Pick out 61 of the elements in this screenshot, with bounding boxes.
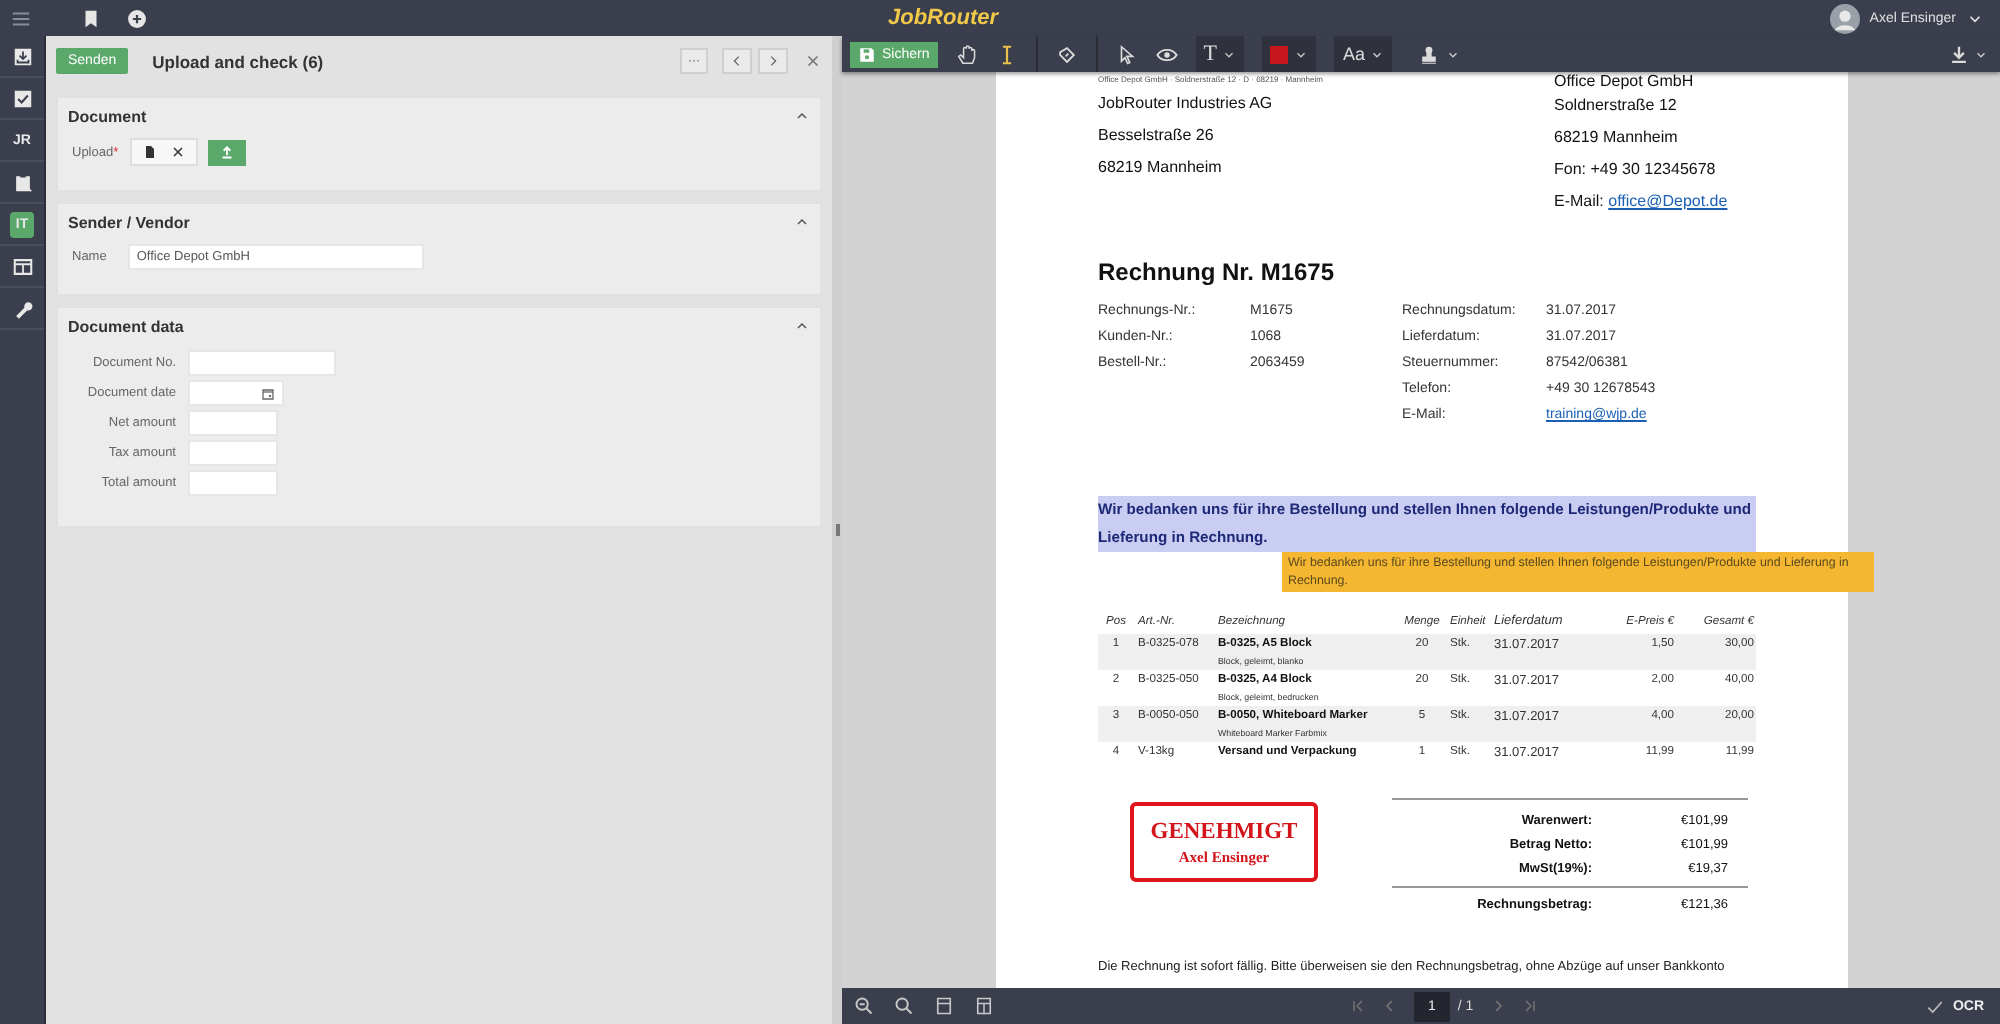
logo: JobRouter bbox=[888, 6, 998, 30]
checkbox-icon[interactable] bbox=[9, 85, 35, 111]
address-line: Soldnerstraße 12 bbox=[1554, 94, 1679, 118]
save-icon bbox=[858, 45, 876, 63]
input-field[interactable] bbox=[188, 350, 336, 376]
caret-icon bbox=[1370, 47, 1385, 61]
zoom-out-icon[interactable] bbox=[854, 996, 874, 1016]
fit-page-icon[interactable] bbox=[934, 996, 954, 1016]
caret-icon[interactable] bbox=[794, 214, 810, 230]
invoice-title: Rechnung Nr. M1675 bbox=[1098, 258, 1337, 286]
close-icon[interactable] bbox=[804, 52, 822, 70]
upload-icon bbox=[218, 143, 237, 161]
form-title: Upload and check (6) bbox=[152, 51, 324, 71]
section-title: Sender / Vendor bbox=[68, 213, 190, 231]
email-link[interactable]: office@Depot.de bbox=[1608, 192, 1728, 210]
caret-icon[interactable] bbox=[794, 108, 810, 124]
address-line: JobRouter Industries AG bbox=[1098, 92, 1275, 116]
font-dropdown[interactable]: Aa bbox=[1334, 36, 1393, 72]
caret-icon[interactable] bbox=[1974, 47, 1988, 61]
inbox-icon[interactable] bbox=[9, 43, 35, 69]
file-picker[interactable] bbox=[130, 138, 199, 166]
zoom-in-icon[interactable] bbox=[894, 996, 914, 1016]
caret-icon bbox=[1222, 47, 1237, 61]
text-tool[interactable]: T bbox=[1195, 36, 1245, 72]
pointer-icon[interactable] bbox=[1115, 43, 1138, 65]
clear-icon[interactable] bbox=[170, 144, 187, 160]
address-line: Office Depot GmbH bbox=[1554, 72, 1696, 90]
stamp-icon bbox=[1418, 43, 1441, 65]
check-icon[interactable] bbox=[1926, 997, 1945, 1015]
bookmark-icon[interactable] bbox=[80, 7, 102, 29]
caret-icon bbox=[1446, 47, 1461, 61]
address-line: 68219 Mannheim bbox=[1554, 126, 1680, 150]
color-picker[interactable] bbox=[1262, 36, 1317, 72]
rotate-icon[interactable] bbox=[1055, 43, 1078, 65]
avatar[interactable] bbox=[1829, 3, 1860, 33]
section-title: Document bbox=[68, 107, 147, 125]
stamp-title: GENEHMIGT bbox=[1150, 819, 1298, 843]
eye-icon[interactable] bbox=[1155, 43, 1178, 65]
menu-icon[interactable] bbox=[10, 7, 32, 29]
email-label: E-Mail: bbox=[1554, 192, 1604, 210]
calendar-icon bbox=[260, 385, 276, 401]
right-icon bbox=[766, 54, 780, 68]
fit-width-icon[interactable] bbox=[974, 996, 994, 1016]
caret-icon[interactable] bbox=[794, 318, 810, 334]
table-icon[interactable] bbox=[9, 253, 35, 279]
hand-icon[interactable] bbox=[955, 43, 978, 65]
download-icon[interactable] bbox=[1948, 43, 1970, 65]
input-field[interactable] bbox=[188, 440, 278, 466]
input-field[interactable] bbox=[188, 410, 278, 436]
address-line: Besselstraße 26 bbox=[1098, 124, 1216, 148]
left-icon bbox=[730, 54, 744, 68]
upload-button[interactable] bbox=[208, 139, 247, 165]
add-icon[interactable] bbox=[126, 7, 148, 29]
caret-icon bbox=[1294, 47, 1309, 61]
input-field[interactable] bbox=[188, 470, 278, 496]
address-line: 68219 Mannheim bbox=[1098, 156, 1224, 180]
address-line: Fon: +49 30 12345678 bbox=[1554, 158, 1718, 182]
splitter-handle[interactable] bbox=[835, 524, 839, 536]
file-icon[interactable] bbox=[142, 144, 159, 160]
section-title: Document data bbox=[68, 317, 184, 335]
date-field[interactable] bbox=[188, 380, 284, 406]
